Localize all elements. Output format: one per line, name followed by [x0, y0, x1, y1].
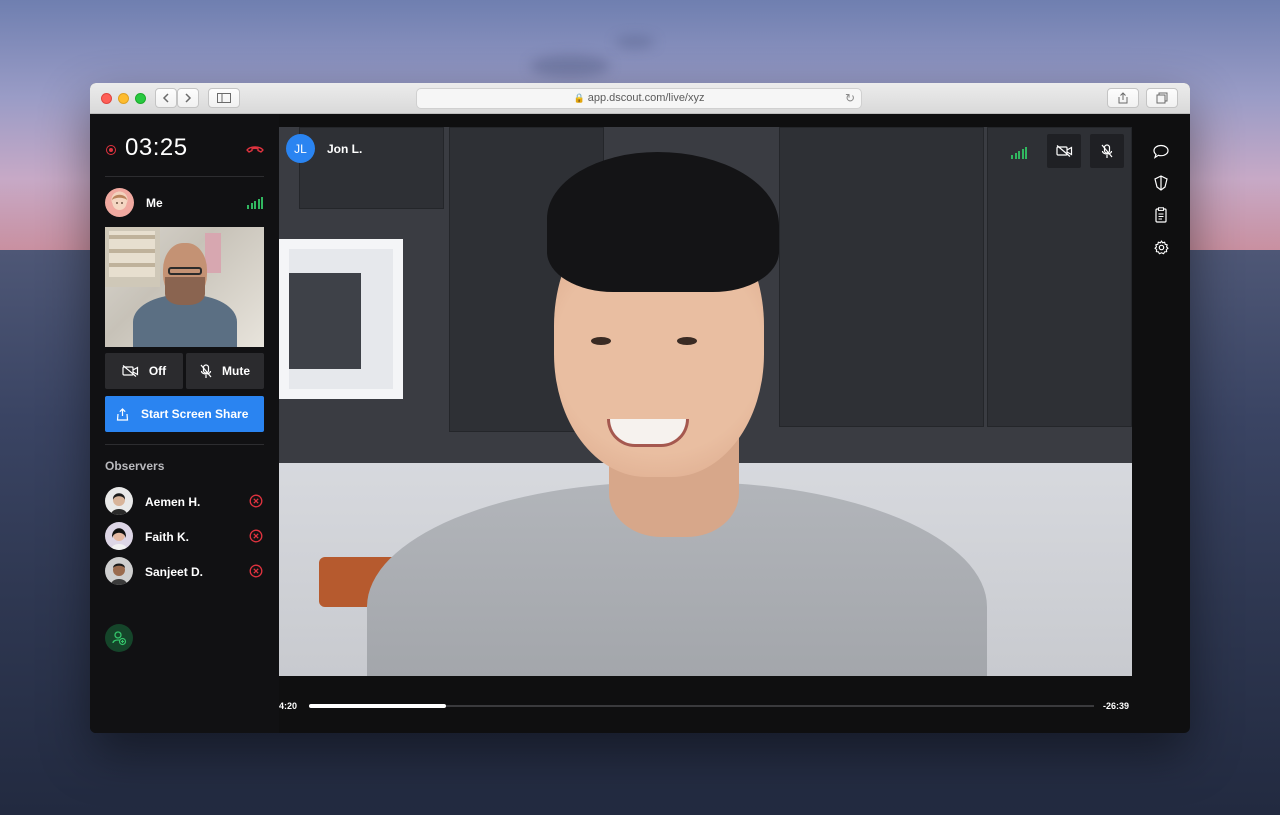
chat-button[interactable] [1153, 143, 1169, 159]
divider [105, 444, 264, 445]
playback-scrubber[interactable] [309, 704, 1094, 708]
avatar [105, 188, 134, 217]
share-icon [1118, 92, 1128, 104]
camera-off-icon [122, 365, 138, 377]
address-url: app.dscout.com/live/xyz [587, 92, 705, 104]
microwave [279, 239, 403, 399]
forward-button[interactable] [177, 88, 199, 108]
chevron-left-icon [162, 93, 169, 103]
person-eye [677, 337, 697, 345]
camera-off-icon [1055, 145, 1072, 157]
avatar [105, 487, 133, 515]
cabinet [987, 127, 1132, 427]
observers-heading: Observers [105, 459, 165, 473]
add-observer-icon [112, 631, 127, 646]
notes-icon [1155, 207, 1167, 223]
tabs-overview-button[interactable] [1146, 88, 1178, 108]
highlight-icon [1154, 175, 1168, 191]
wallpaper-cloud [615, 36, 655, 48]
mic-off-icon [1101, 143, 1113, 158]
minimize-window-button[interactable] [118, 93, 129, 104]
chat-icon [1153, 144, 1169, 159]
sidebar-toggle-button[interactable] [208, 88, 240, 108]
remove-observer-button[interactable] [249, 494, 263, 513]
browser-window: 🔒 app.dscout.com/live/xyz ↻ 03:25 Me Off… [90, 83, 1190, 733]
observer-name: Faith K. [145, 530, 189, 544]
add-observer-button[interactable] [105, 624, 133, 652]
poster-graphic [109, 231, 155, 277]
address-bar[interactable]: 🔒 app.dscout.com/live/xyz ↻ [416, 88, 862, 109]
sidebar-icon [217, 93, 231, 103]
person-glasses [168, 267, 202, 275]
mic-off-icon [200, 363, 212, 378]
cabinet [779, 127, 984, 427]
left-panel: 03:25 Me Off Mute Start Screen Share Obs… [90, 114, 279, 733]
self-video-preview [105, 227, 264, 347]
observer-row: Sanjeet D. [105, 557, 264, 587]
remove-observer-icon [249, 564, 263, 578]
lock-icon: 🔒 [573, 93, 585, 103]
observer-name: Aemen H. [145, 495, 201, 509]
playback-progress [309, 704, 447, 708]
remove-observer-icon [249, 529, 263, 543]
observer-row: Faith K. [105, 522, 264, 552]
reload-icon[interactable]: ↻ [845, 89, 855, 108]
self-name: Me [146, 196, 163, 210]
remove-observer-icon [249, 494, 263, 508]
participant-video [279, 127, 1132, 676]
elapsed-time: 4:20 [279, 701, 298, 711]
avatar [105, 522, 133, 550]
start-screen-share-button[interactable]: Start Screen Share [105, 396, 264, 432]
highlight-button[interactable] [1153, 175, 1169, 191]
signal-strength-icon [247, 197, 263, 209]
avatar [105, 557, 133, 585]
phone-hangup-icon [246, 146, 264, 153]
remove-observer-button[interactable] [249, 529, 263, 548]
camera-toggle-button[interactable]: Off [105, 353, 183, 389]
wall-item [205, 233, 221, 273]
chevron-right-icon [185, 93, 192, 103]
cabinet [299, 127, 444, 209]
participant-avatar: JL [286, 134, 315, 163]
back-button[interactable] [155, 88, 177, 108]
person-beard [165, 277, 205, 305]
end-call-button[interactable] [246, 141, 264, 159]
tabs-icon [1156, 92, 1168, 104]
settings-icon [1153, 239, 1169, 254]
mic-toggle-button[interactable]: Mute [186, 353, 264, 389]
participant-name: Jon L. [327, 142, 363, 156]
zoom-window-button[interactable] [135, 93, 146, 104]
person-hair [547, 152, 779, 292]
observer-row: Aemen H. [105, 487, 264, 517]
close-window-button[interactable] [101, 93, 112, 104]
browser-titlebar: 🔒 app.dscout.com/live/xyz ↻ [90, 83, 1190, 114]
recording-indicator-icon [106, 145, 116, 155]
participant-mic-button[interactable] [1090, 134, 1124, 168]
participant-camera-button[interactable] [1047, 134, 1081, 168]
camera-toggle-label: Off [148, 364, 167, 378]
notes-button[interactable] [1153, 207, 1169, 223]
settings-button[interactable] [1153, 239, 1169, 255]
observer-name: Sanjeet D. [145, 565, 204, 579]
divider [105, 176, 264, 177]
share-button[interactable] [1107, 88, 1139, 108]
share-screen-icon [116, 407, 129, 421]
start-screen-share-label: Start Screen Share [141, 407, 249, 421]
signal-strength-icon [1011, 147, 1027, 159]
person-eye [591, 337, 611, 345]
remove-observer-button[interactable] [249, 564, 263, 583]
session-timer: 03:25 [125, 134, 188, 161]
mic-toggle-label: Mute [222, 364, 250, 378]
wallpaper-cloud [530, 55, 610, 77]
remaining-time: -26:39 [1103, 701, 1130, 711]
